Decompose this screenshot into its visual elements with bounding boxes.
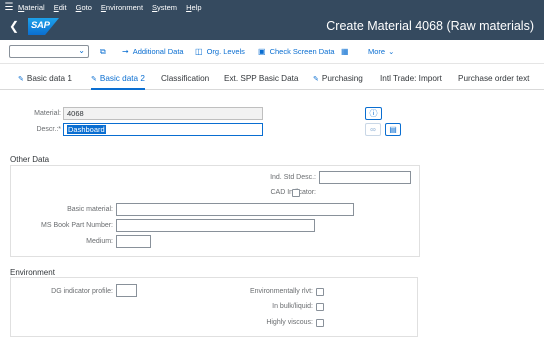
chevron-down-icon: ⌄ xyxy=(388,47,395,56)
environmentally-relevant-checkbox[interactable] xyxy=(316,288,324,296)
description-label: Descr.:* xyxy=(36,126,61,133)
ind-std-desc-input[interactable] xyxy=(319,171,411,184)
menu-system[interactable]: System xyxy=(152,3,177,12)
tab-classification[interactable]: Classification xyxy=(161,74,209,83)
copy-icon: ⧉ xyxy=(100,47,106,56)
ms-book-part-number-label: MS Book Part Number: xyxy=(41,222,113,229)
edit-pencil-icon: ✎ xyxy=(91,76,97,83)
in-bulk-liquid-checkbox[interactable] xyxy=(316,303,324,311)
org-hierarchy-icon: ◫ xyxy=(195,47,203,56)
check-icon: ▣ xyxy=(258,47,266,56)
menu-goto[interactable]: Goto xyxy=(76,3,92,12)
edit-pencil-icon: ✎ xyxy=(18,76,24,83)
tab-purchase-order-text[interactable]: Purchase order text xyxy=(458,74,529,83)
medium-input[interactable] xyxy=(116,235,151,248)
save-icon: ▦ xyxy=(341,47,349,56)
tab-intl-trade-import[interactable]: Intl Trade: Import xyxy=(380,74,442,83)
tab-ext-spp-basic-data[interactable]: Ext. SPP Basic Data xyxy=(224,74,298,83)
highly-viscous-label: Highly viscous: xyxy=(266,319,313,326)
info-icon: ⓘ xyxy=(369,109,378,118)
glasses-icon: ∞ xyxy=(370,125,376,134)
tab-strip: ✎ Basic data 1 ✎ Basic data 2 Classificati… xyxy=(0,64,544,90)
display-button[interactable]: ∞ xyxy=(365,123,381,136)
cad-indicator-checkbox[interactable] xyxy=(292,189,300,197)
check-screen-data-button[interactable]: ▣ Check Screen Data xyxy=(258,47,335,56)
menu-environment[interactable]: Environment xyxy=(101,3,143,12)
material-number-value: 4068 xyxy=(67,109,84,118)
more-label: More xyxy=(368,47,386,56)
tab-basic-data-2[interactable]: ✎ Basic data 2 xyxy=(91,74,145,90)
basic-material-label: Basic material: xyxy=(67,206,113,213)
long-text-button[interactable]: ▤ xyxy=(385,123,401,136)
dg-indicator-profile-input[interactable] xyxy=(116,284,137,297)
back-arrow-icon[interactable]: ❮ xyxy=(9,19,19,33)
basic-material-input[interactable] xyxy=(116,203,354,216)
environment-title: Environment xyxy=(10,268,55,277)
toolbar: ⌄ ⧉ ➞ Additional Data ◫ Org. Levels ▣ Ch… xyxy=(0,40,544,64)
check-screen-data-label: Check Screen Data xyxy=(269,47,335,56)
menu-material[interactable]: Material xyxy=(18,3,45,12)
command-field-select[interactable]: ⌄ xyxy=(9,45,89,58)
additional-data-label: Additional Data xyxy=(132,47,184,56)
edit-pencil-icon: ✎ xyxy=(313,76,319,83)
title-bar: ❮ SAP Create Material 4068 (Raw material… xyxy=(0,14,544,40)
more-button[interactable]: More ⌄ xyxy=(368,47,394,56)
medium-label: Medium: xyxy=(86,238,113,245)
description-value: Dashboard xyxy=(67,125,106,134)
in-bulk-liquid-label: In bulk/liquid: xyxy=(272,303,313,310)
material-label: Material: xyxy=(34,110,61,117)
dg-indicator-profile-label: DG indicator profile: xyxy=(51,288,113,295)
ms-book-part-number-input[interactable] xyxy=(116,219,315,232)
document-icon: ▤ xyxy=(389,125,397,134)
menu-bar: ☰ Material Edit Goto Environment System … xyxy=(0,0,544,14)
environmentally-relevant-label: Environmentally rlvt: xyxy=(249,288,313,295)
highly-viscous-checkbox[interactable] xyxy=(316,319,324,327)
info-button[interactable]: ⓘ xyxy=(365,107,382,120)
menu-edit[interactable]: Edit xyxy=(54,3,67,12)
material-number-field: 4068 xyxy=(63,107,263,120)
copy-button[interactable]: ⧉ xyxy=(100,47,110,57)
description-input[interactable]: Dashboard xyxy=(63,123,263,136)
menu-help[interactable]: Help xyxy=(186,3,201,12)
org-levels-label: Org. Levels xyxy=(206,47,245,56)
sap-logo: SAP xyxy=(28,18,59,35)
additional-data-button[interactable]: ➞ Additional Data xyxy=(122,47,184,56)
arrow-right-icon: ➞ xyxy=(122,47,129,56)
save-button[interactable]: ▦ xyxy=(341,47,353,56)
tab-purchasing[interactable]: ✎ Purchasing xyxy=(313,74,363,83)
tab-basic-data-1[interactable]: ✎ Basic data 1 xyxy=(18,74,72,83)
chevron-down-icon: ⌄ xyxy=(78,46,85,55)
ind-std-desc-label: Ind. Std Desc.: xyxy=(270,174,316,181)
page-title: Create Material 4068 (Raw materials) xyxy=(326,19,534,33)
org-levels-button[interactable]: ◫ Org. Levels xyxy=(195,47,245,56)
hamburger-menu-icon[interactable]: ☰ xyxy=(0,2,18,13)
other-data-title: Other Data xyxy=(10,155,50,164)
